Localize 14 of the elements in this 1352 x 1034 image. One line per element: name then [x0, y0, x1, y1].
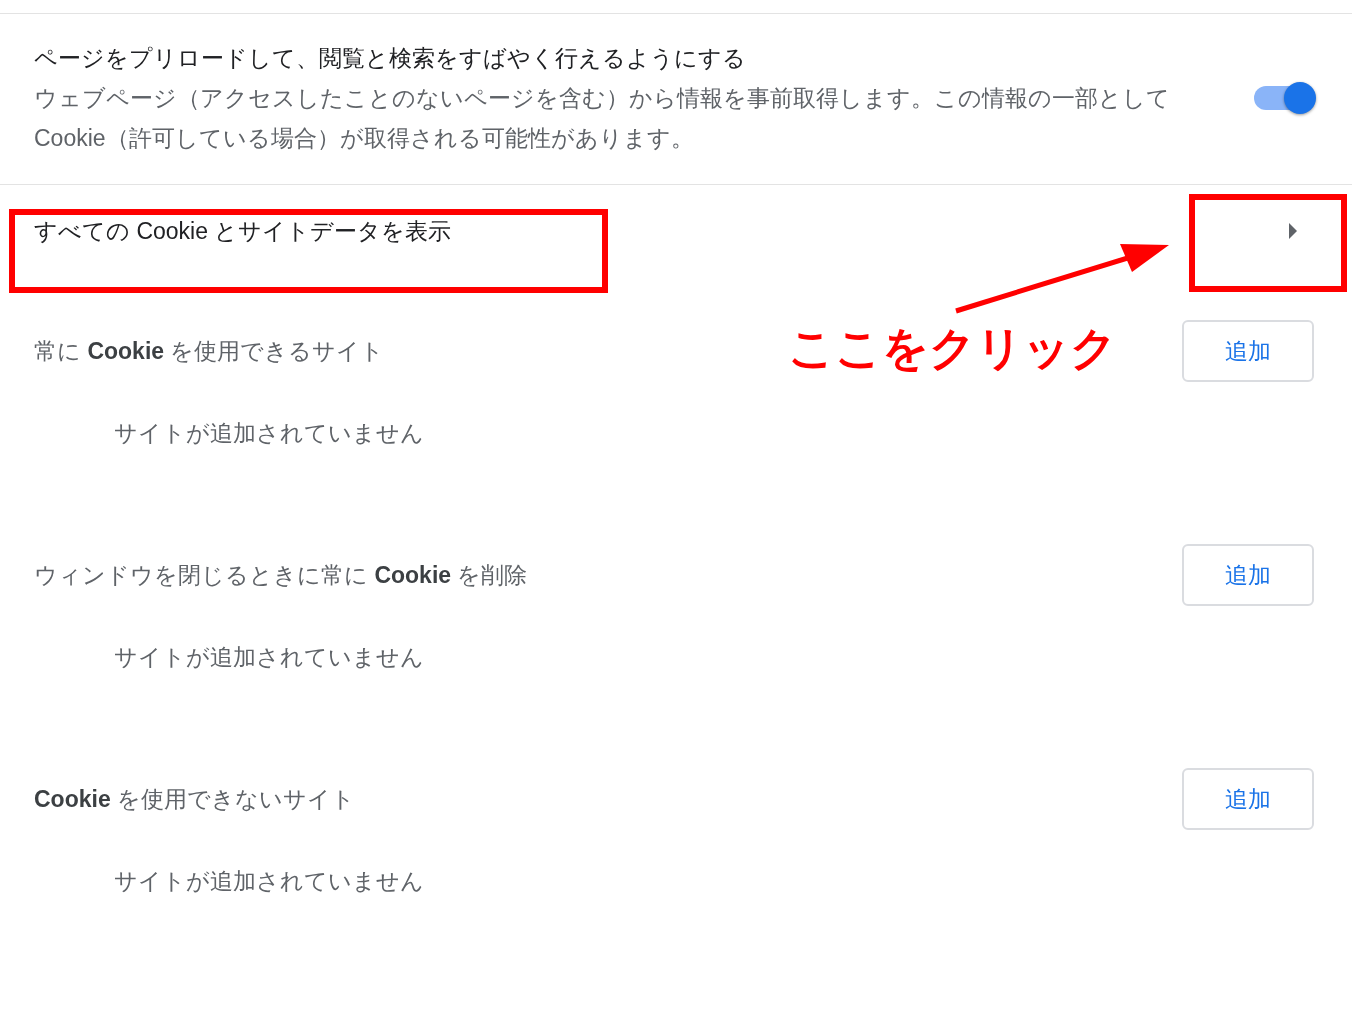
- add-button[interactable]: 追加: [1182, 768, 1314, 830]
- link-label[interactable]: すべての Cookie とサイトデータを表示: [34, 215, 452, 247]
- add-button[interactable]: 追加: [1182, 544, 1314, 606]
- section-title: Cookie を使用できないサイト: [34, 784, 356, 814]
- add-button[interactable]: 追加: [1182, 320, 1314, 382]
- caret-icon[interactable]: [1288, 223, 1298, 239]
- empty-message: サイトが追加されていません: [114, 419, 425, 448]
- annotation-label: ここをクリック: [788, 321, 1117, 376]
- empty-message: サイトが追加されていません: [114, 867, 425, 896]
- section-title: 常に Cookie を使用できるサイト: [34, 336, 385, 366]
- section-title: ウィンドウを閉じるときに常に Cookie を削除: [34, 560, 528, 590]
- setting-description: ウェブページ（アクセスしたことのないページを含む）から情報を事前取得します。この情報の一部として Cookie（許可している場合）が取得される可能性があります。: [34, 84, 1171, 153]
- empty-message: サイトが追加されていません: [114, 643, 425, 672]
- setting-title: ページをプリロードして、閲覧と検索をすばやく行えるようにする: [34, 44, 747, 73]
